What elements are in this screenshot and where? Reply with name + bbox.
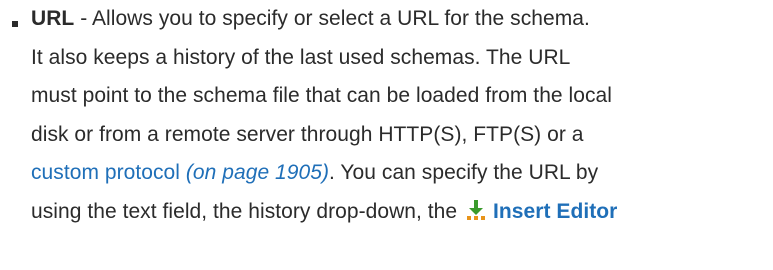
text-line-1: URL - Allows you to specify or select a …	[31, 0, 773, 39]
line-1-text: - Allows you to specify or select a URL …	[74, 7, 590, 30]
page-reference-link[interactable]: (on page 1905)	[186, 161, 329, 184]
line-5-text: . You can specify the URL by	[329, 161, 599, 184]
insert-editor-variables-label: Insert Editor	[493, 199, 618, 223]
insert-editor-variables-icon	[465, 196, 487, 220]
text-line-5: custom protocol (on page 1905). You can …	[31, 154, 773, 193]
list-bullet	[12, 21, 18, 27]
custom-protocol-link[interactable]: custom protocol	[31, 161, 180, 184]
text-line-4: disk or from a remote server through HTT…	[31, 122, 584, 146]
line-6-text: using the text field, the history drop-d…	[31, 199, 464, 223]
document-page: URL - Allows you to specify or select a …	[0, 0, 773, 270]
text-line-6: using the text field, the history drop-d…	[31, 193, 773, 232]
option-term: URL	[31, 7, 75, 30]
text-line-2: It also keeps a history of the last used…	[31, 45, 571, 69]
text-line-3: must point to the schema file that can b…	[31, 84, 612, 107]
url-option-description: URL - Allows you to specify or select a …	[31, 0, 773, 231]
